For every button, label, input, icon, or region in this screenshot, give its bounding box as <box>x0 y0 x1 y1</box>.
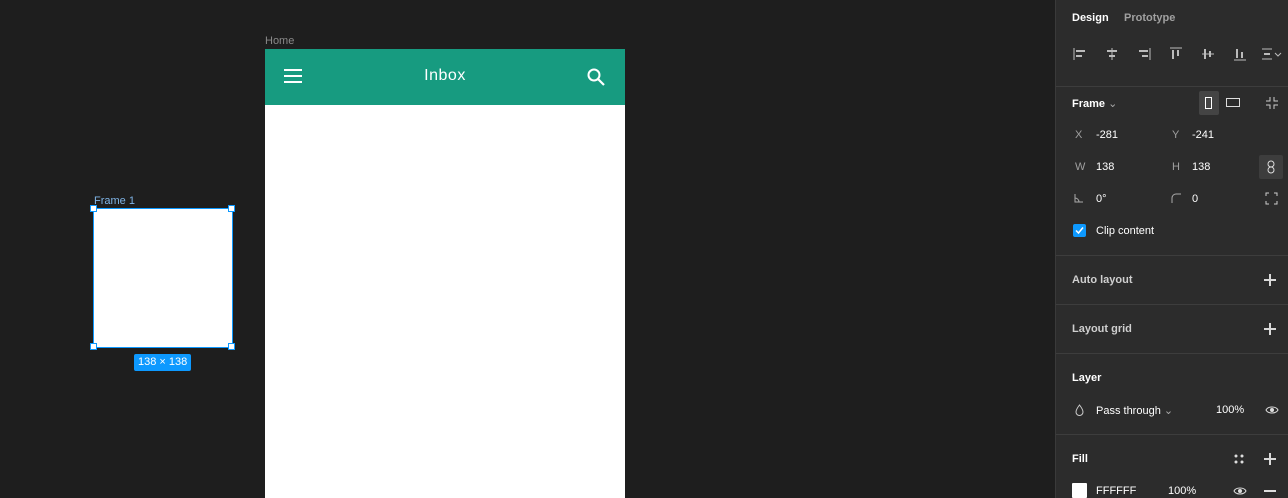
resize-handle-top-right[interactable] <box>228 205 235 212</box>
corner-radius-input[interactable]: 0 <box>1192 193 1198 205</box>
frame1-label[interactable]: Frame 1 <box>94 195 135 207</box>
constrain-proportions-button[interactable] <box>1259 155 1283 179</box>
clip-content-checkbox[interactable] <box>1073 224 1086 237</box>
fill-title: Fill <box>1072 453 1088 465</box>
size-badge: 138 × 138 <box>134 354 192 371</box>
y-input[interactable]: -241 <box>1192 129 1214 141</box>
distribute-dropdown-icon[interactable] <box>1260 46 1284 62</box>
resize-handle-top-left[interactable] <box>90 205 97 212</box>
align-left-icon[interactable] <box>1072 46 1088 62</box>
width-input[interactable]: 138 <box>1096 161 1114 173</box>
rotation-icon <box>1074 194 1083 203</box>
w-label: W <box>1075 161 1086 173</box>
portrait-orientation-button[interactable] <box>1199 91 1219 115</box>
align-right-icon[interactable] <box>1136 46 1152 62</box>
canvas[interactable]: Home Inbox Frame 1 138 × 138 <box>0 0 1055 498</box>
fill-hex-input[interactable]: FFFFFF <box>1096 485 1136 497</box>
eye-icon[interactable] <box>1265 405 1279 415</box>
remove-fill-minus-icon[interactable] <box>1264 490 1276 492</box>
checkmark-icon <box>1075 227 1084 235</box>
resize-handle-bottom-left[interactable] <box>90 343 97 350</box>
divider <box>1056 304 1288 305</box>
align-bottom-icon[interactable] <box>1232 46 1248 62</box>
tab-design[interactable]: Design <box>1072 12 1109 24</box>
x-input[interactable]: -281 <box>1096 129 1118 141</box>
landscape-orientation-icon[interactable] <box>1226 98 1240 107</box>
fill-color-swatch[interactable] <box>1072 483 1087 498</box>
tab-prototype[interactable]: Prototype <box>1124 12 1175 24</box>
divider <box>1056 434 1288 435</box>
independent-corners-icon[interactable] <box>1265 192 1278 205</box>
home-frame-label[interactable]: Home <box>265 35 294 47</box>
home-frame[interactable]: Inbox <box>265 49 625 498</box>
x-label: X <box>1075 129 1083 141</box>
fill-opacity-input[interactable]: 100% <box>1168 485 1196 497</box>
clip-content-label[interactable]: Clip content <box>1096 225 1154 237</box>
frame-section-title[interactable]: Frame ⌄ <box>1072 97 1117 110</box>
align-top-icon[interactable] <box>1168 46 1184 62</box>
rotation-input[interactable]: 0° <box>1096 193 1107 205</box>
divider <box>1056 255 1288 256</box>
app-bar-title: Inbox <box>424 67 466 84</box>
blend-mode-drop-icon <box>1075 404 1084 416</box>
layout-grid-title[interactable]: Layout grid <box>1072 323 1132 335</box>
properties-panel: Design Prototype Frame ⌄ X -281 Y -241 W… <box>1055 0 1288 498</box>
auto-layout-title[interactable]: Auto layout <box>1072 274 1133 286</box>
corner-radius-icon <box>1171 193 1181 203</box>
blend-mode-select[interactable]: Pass through ⌄ <box>1096 404 1173 417</box>
add-auto-layout-plus-icon[interactable] <box>1264 274 1276 286</box>
fill-eye-icon[interactable] <box>1233 486 1247 496</box>
frame1-selected[interactable] <box>93 208 233 348</box>
height-input[interactable]: 138 <box>1192 161 1210 173</box>
add-fill-plus-icon[interactable] <box>1264 453 1276 465</box>
divider <box>1056 353 1288 354</box>
app-bar: Inbox <box>265 49 625 105</box>
styles-grid-icon[interactable] <box>1233 453 1245 465</box>
align-horizontal-center-icon[interactable] <box>1104 46 1120 62</box>
y-label: Y <box>1172 129 1180 141</box>
resize-handle-bottom-right[interactable] <box>228 343 235 350</box>
add-layout-grid-plus-icon[interactable] <box>1264 323 1276 335</box>
link-icon <box>1267 160 1275 174</box>
h-label: H <box>1172 161 1180 173</box>
layer-title: Layer <box>1072 372 1102 384</box>
layer-opacity-input[interactable]: 100% <box>1216 404 1244 416</box>
resize-to-fit-icon[interactable] <box>1265 96 1279 110</box>
align-vertical-center-icon[interactable] <box>1200 46 1216 62</box>
portrait-icon <box>1205 97 1212 109</box>
search-icon[interactable] <box>586 67 606 87</box>
divider <box>1056 86 1288 87</box>
